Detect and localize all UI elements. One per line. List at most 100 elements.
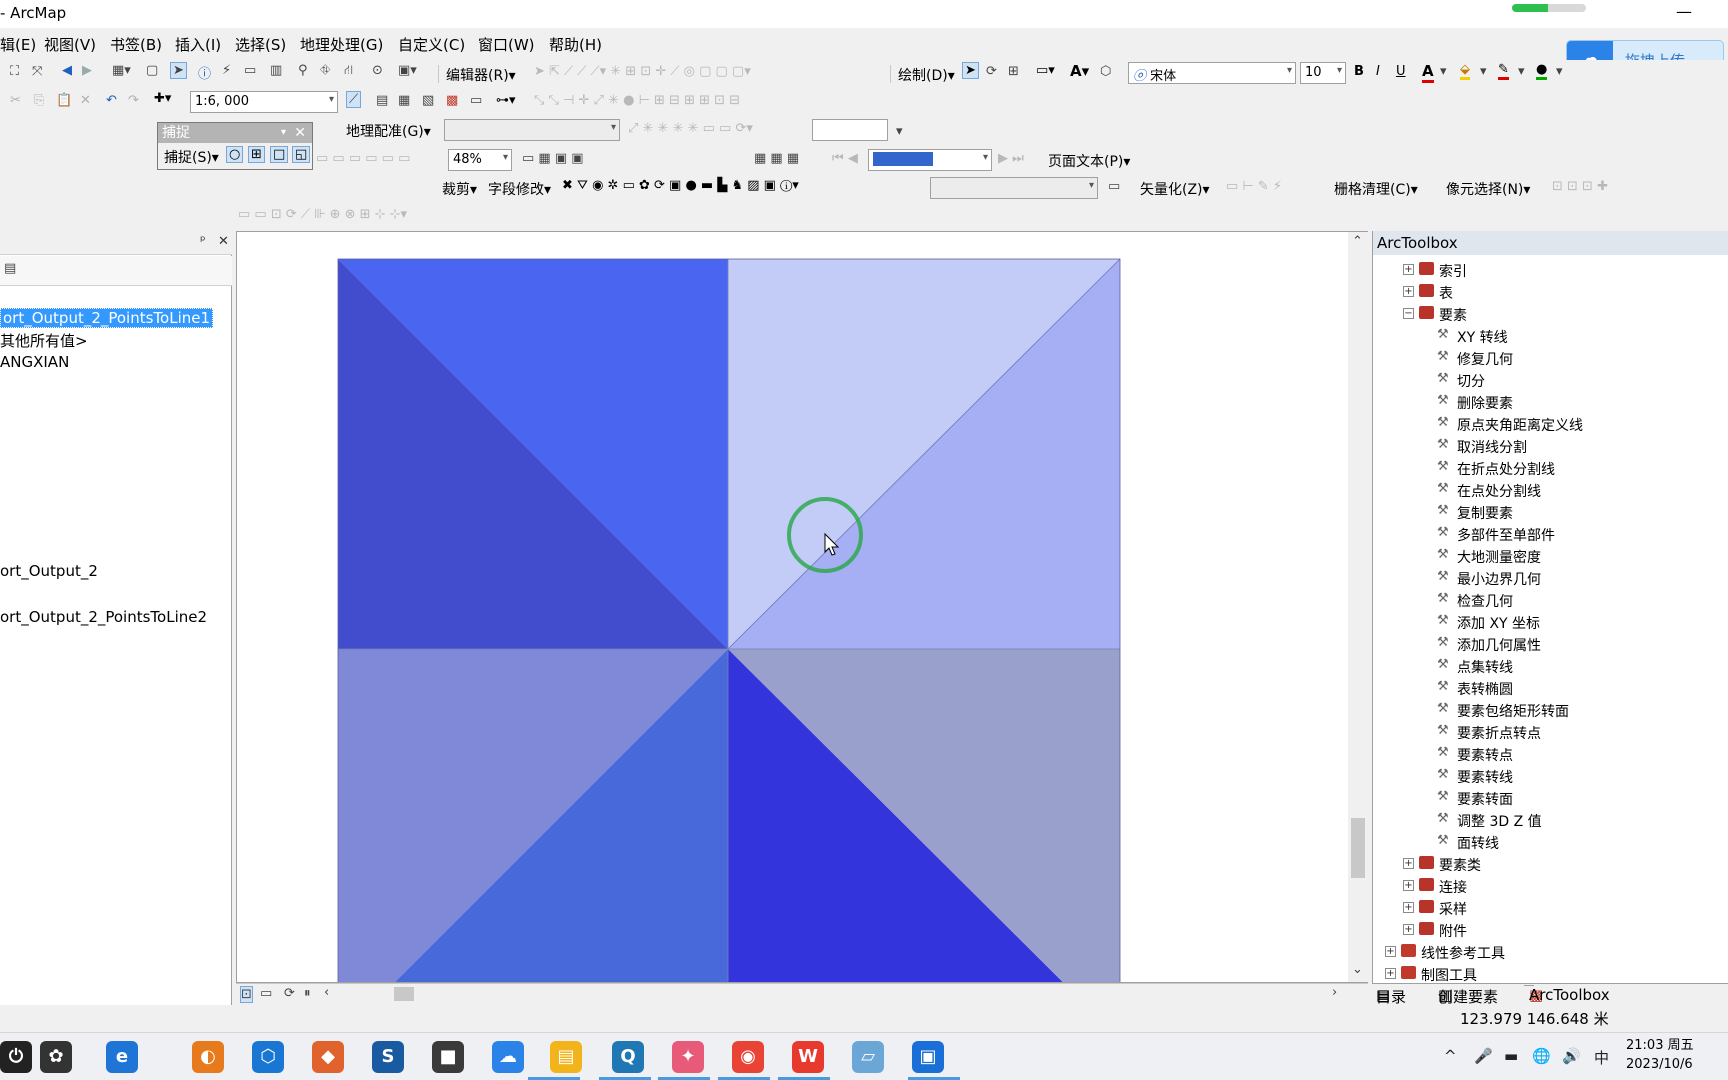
- toolset-item[interactable]: + 采样: [1373, 897, 1728, 919]
- editor-menu[interactable]: 编辑器(R)▾: [446, 65, 516, 85]
- tool-item[interactable]: ⚒ 切分: [1373, 369, 1728, 391]
- ie-icon[interactable]: e: [106, 1041, 138, 1073]
- font-color-button[interactable]: A: [1422, 62, 1434, 83]
- hyperlink-icon[interactable]: ⚡: [222, 63, 231, 78]
- clock[interactable]: 21:03 周五 2023/10/6: [1626, 1036, 1694, 1074]
- toc-layer-item[interactable]: ort_Output_2_PointsToLine1: [0, 308, 214, 328]
- select-elements-draw-icon[interactable]: ➤: [962, 62, 979, 79]
- map-vertical-scrollbar[interactable]: ⌃ ⌄: [1348, 232, 1368, 982]
- tool-item[interactable]: ⚒ 取消线分割: [1373, 435, 1728, 457]
- expand-icon[interactable]: +: [1403, 858, 1414, 869]
- edge-snap-icon[interactable]: ◱: [292, 146, 311, 163]
- menu-windows[interactable]: 窗口(W): [478, 34, 535, 55]
- tool-item[interactable]: ⚒ 添加几何属性: [1373, 633, 1728, 655]
- power-icon[interactable]: ⏻: [0, 1041, 32, 1073]
- italic-button[interactable]: I: [1376, 64, 1380, 79]
- font-name-select[interactable]: ⓞ 宋体 ▾: [1128, 62, 1296, 84]
- clear-selection-icon[interactable]: ▢: [146, 63, 158, 78]
- tool-item[interactable]: ⚒ 在点处分割线: [1373, 479, 1728, 501]
- cube-app-icon[interactable]: ■: [432, 1041, 464, 1073]
- horizontal-scroll-thumb[interactable]: [394, 987, 414, 1001]
- tool-item[interactable]: ⚒ 要素折点转点: [1373, 721, 1728, 743]
- expand-icon[interactable]: +: [1403, 924, 1414, 935]
- chrome-icon[interactable]: ◉: [732, 1041, 764, 1073]
- toolset-item[interactable]: − 要素: [1373, 303, 1728, 325]
- expand-icon[interactable]: +: [1403, 880, 1414, 891]
- layout-icon[interactable]: ▣▾: [398, 63, 417, 78]
- toc-legend-item[interactable]: 其他所有值>: [0, 330, 88, 351]
- tool-item[interactable]: ⚒ 删除要素: [1373, 391, 1728, 413]
- expand-icon[interactable]: +: [1385, 968, 1396, 979]
- baidu-netdisk-icon[interactable]: ☁: [492, 1041, 524, 1073]
- forward-icon[interactable]: ▶: [82, 63, 92, 78]
- battery-icon[interactable]: ▬: [1504, 1047, 1518, 1065]
- snapping-menu[interactable]: 捕捉(S)▾: [164, 147, 219, 167]
- back-icon[interactable]: ◀: [62, 63, 72, 78]
- menu-selection[interactable]: 选择(S): [235, 34, 286, 55]
- scroll-left-icon[interactable]: ‹: [324, 985, 329, 1000]
- tool-item[interactable]: ⚒ 最小边界几何: [1373, 567, 1728, 589]
- close-button[interactable]: ✕: [294, 123, 306, 143]
- layout-view-icon[interactable]: ▭: [260, 986, 272, 1001]
- font-size-select[interactable]: 10 ▾: [1300, 62, 1346, 84]
- scroll-down-icon[interactable]: ⌄: [1352, 962, 1363, 977]
- cell-selection-menu[interactable]: 像元选择(N)▾: [1446, 179, 1530, 199]
- raster-cleanup-menu[interactable]: 栅格清理(C)▾: [1334, 179, 1418, 199]
- scroll-up-icon[interactable]: ⌃: [1352, 234, 1363, 249]
- fixed-zoom-icon[interactable]: ⤧: [32, 64, 42, 79]
- menu-view[interactable]: 视图(V): [44, 34, 96, 55]
- add-data-icon[interactable]: ✚▾: [154, 91, 171, 106]
- clip-menu[interactable]: 裁剪▾: [442, 179, 477, 199]
- tool-item[interactable]: ⚒ 检查几何: [1373, 589, 1728, 611]
- drawing-menu[interactable]: 绘制(D)▾: [898, 65, 955, 85]
- toolset-item[interactable]: + 连接: [1373, 875, 1728, 897]
- tool-item[interactable]: ⚒ 在折点处分割线: [1373, 457, 1728, 479]
- undo-icon[interactable]: ↶: [106, 93, 117, 108]
- georeferencing-menu[interactable]: 地理配准(G)▾: [346, 121, 431, 141]
- search-window-icon[interactable]: ▧: [422, 93, 434, 108]
- full-extent-icon[interactable]: ⛶: [10, 64, 19, 79]
- toolset-item[interactable]: + 表: [1373, 281, 1728, 303]
- map-canvas[interactable]: [237, 232, 1368, 983]
- html-popup-icon[interactable]: ▭: [244, 63, 256, 78]
- toolset-item[interactable]: + 要素类: [1373, 853, 1728, 875]
- map-scale-select[interactable]: 1:6, 000 ▾: [190, 91, 338, 113]
- toolset-item[interactable]: + 附件: [1373, 919, 1728, 941]
- network-icon[interactable]: 🌐: [1532, 1047, 1551, 1065]
- rotate-icon[interactable]: ⟳: [986, 64, 997, 79]
- bold-button[interactable]: B: [1354, 64, 1364, 79]
- tool-item[interactable]: ⚒ 原点夹角距离定义线: [1373, 413, 1728, 435]
- layers-app-icon[interactable]: ▱: [852, 1041, 884, 1073]
- expand-icon[interactable]: +: [1403, 902, 1414, 913]
- photo-app-icon[interactable]: ✦: [672, 1041, 704, 1073]
- georef-input[interactable]: [812, 119, 888, 141]
- data-view-icon[interactable]: ⊡: [240, 986, 253, 1003]
- wps-icon[interactable]: W: [792, 1041, 824, 1073]
- edit-vertices-icon[interactable]: ⬡: [1100, 64, 1111, 79]
- scroll-thumb[interactable]: [1351, 818, 1365, 878]
- menu-help[interactable]: 帮助(H): [549, 34, 602, 55]
- text-tool-icon[interactable]: A▾: [1070, 62, 1089, 80]
- menu-insert[interactable]: 插入(I): [175, 34, 221, 55]
- tool-item[interactable]: ⚒ 调整 3D Z 值: [1373, 809, 1728, 831]
- box-app-icon[interactable]: ◆: [312, 1041, 344, 1073]
- line-color-icon[interactable]: ✎: [1498, 62, 1509, 80]
- list-by-drawing-order-icon[interactable]: ▤: [4, 261, 16, 276]
- tool-item[interactable]: ⚒ 面转线: [1373, 831, 1728, 853]
- toc-layer-item[interactable]: ort_Output_2: [0, 562, 98, 580]
- vectorization-menu[interactable]: 矢量化(Z)▾: [1140, 179, 1210, 199]
- kaleidoscope-icon[interactable]: ✿: [40, 1041, 72, 1073]
- menu-customize[interactable]: 自定义(C): [398, 34, 465, 55]
- measure-icon[interactable]: ▥: [270, 63, 282, 78]
- select-elements-icon[interactable]: ➤: [170, 62, 187, 79]
- expand-icon[interactable]: +: [1403, 264, 1414, 275]
- pause-drawing-icon[interactable]: ⏸: [304, 986, 311, 1001]
- chevron-down-icon[interactable]: ▾: [1556, 64, 1563, 79]
- tool-item[interactable]: ⚒ 复制要素: [1373, 501, 1728, 523]
- chevron-down-icon[interactable]: ▾: [1518, 64, 1525, 79]
- tray-chevron-icon[interactable]: ^: [1444, 1047, 1457, 1065]
- refresh-icon[interactable]: ⟳: [284, 986, 295, 1001]
- python-window-icon[interactable]: ▭: [470, 93, 482, 108]
- hexagon-app-icon[interactable]: ⬡: [252, 1041, 284, 1073]
- tab-arctoolbox[interactable]: ▩ ArcToolbox: [1524, 985, 1610, 1004]
